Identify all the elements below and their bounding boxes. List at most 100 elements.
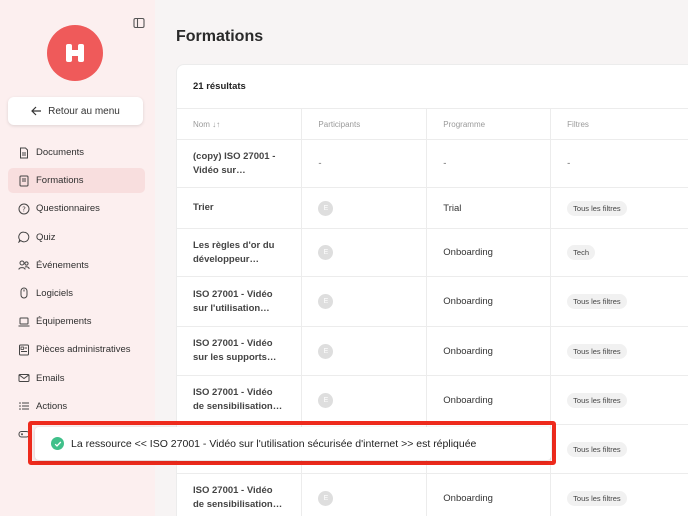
row-filtres-cell: Tous les filtres bbox=[550, 276, 688, 327]
row-name-line1: Trier bbox=[193, 202, 214, 213]
row-name-line2: sur les supports… bbox=[193, 352, 277, 363]
table-header-row: Nom ↓↑ Participants Programme Filtres bbox=[177, 108, 688, 140]
row-programme-cell: Onboarding bbox=[426, 276, 552, 327]
row-programme-cell: Onboarding bbox=[426, 473, 552, 516]
row-name-line2: de sensibilisation… bbox=[193, 499, 283, 510]
row-programme-cell: Onboarding bbox=[426, 228, 552, 277]
row-name-cell[interactable]: ISO 27001 - Vidéo sur les supports… bbox=[177, 326, 303, 376]
table-row[interactable]: Trier E Trial Tous les filtres bbox=[177, 187, 688, 229]
sidebar-item-actions[interactable]: Actions bbox=[8, 394, 145, 419]
document-icon bbox=[20, 147, 28, 158]
sidebar-item-quiz[interactable]: Quiz bbox=[8, 225, 145, 250]
row-programme-cell: - bbox=[426, 139, 552, 188]
filter-badge: Tous les filtres bbox=[567, 392, 627, 408]
laptop-icon bbox=[18, 317, 30, 327]
sidebar-item-equipements[interactable]: Équipements bbox=[8, 309, 145, 334]
row-participants-cell: - bbox=[301, 139, 428, 188]
row-filtres-cell: Tous les filtres bbox=[550, 326, 688, 376]
sidebar-item-logiciels[interactable]: Logiciels bbox=[8, 281, 145, 306]
row-name-line1: Les règles d'or du bbox=[193, 239, 275, 251]
table-row[interactable]: ISO 27001 - Vidéo de sensibilisation… E O… bbox=[177, 473, 688, 516]
row-programme-cell: Onboarding bbox=[426, 326, 552, 376]
check-circle-icon bbox=[51, 437, 64, 450]
book-icon bbox=[19, 175, 29, 187]
filter-badge: Tech bbox=[567, 245, 595, 260]
row-name-line2: Vidéo sur… bbox=[193, 164, 246, 176]
row-name-line1: ISO 27001 - Vidéo bbox=[193, 338, 273, 349]
table-row[interactable]: ISO 27001 - Vidéo sur les supports… E Onb… bbox=[177, 326, 688, 376]
participant-avatar: E bbox=[318, 490, 334, 506]
row-name-cell[interactable]: ISO 27001 - Vidéo de sensibilisation… bbox=[177, 473, 303, 516]
sidebar-item-emails[interactable]: Emails bbox=[8, 366, 145, 391]
column-header-participants[interactable]: Participants bbox=[301, 108, 428, 140]
app-logo[interactable] bbox=[47, 25, 103, 81]
sidebar-item-questionnaires[interactable]: ? Questionnaires bbox=[8, 196, 145, 221]
row-participants-cell: E bbox=[301, 228, 428, 277]
question-icon: ? bbox=[18, 203, 30, 215]
sidebar-item-label: Emails bbox=[36, 372, 65, 384]
sidebar-item-evenements[interactable]: Événements bbox=[8, 253, 145, 278]
table-row[interactable]: ISO 27001 - Vidéo sur l'utilisation… E On… bbox=[177, 276, 688, 327]
sidebar-item-label: Documents bbox=[36, 147, 85, 158]
row-name-cell[interactable]: Trier bbox=[177, 187, 303, 229]
participant-avatar: E bbox=[318, 392, 334, 408]
row-participants-cell: E bbox=[301, 375, 428, 425]
page-title: Formations bbox=[176, 28, 264, 45]
table-row[interactable]: Les règles d'or du développeur… E Onboard… bbox=[177, 228, 688, 277]
row-name-cell[interactable]: ISO 27001 - Vidéo de sensibilisation… bbox=[177, 375, 303, 425]
sidebar-item-label: Formations bbox=[36, 175, 84, 187]
participant-avatar: E bbox=[318, 200, 334, 216]
sidebar-item-label: Pièces administratives bbox=[36, 344, 131, 356]
row-programme-cell: Trial bbox=[426, 187, 552, 229]
row-name-cell[interactable]: Les règles d'or du développeur… bbox=[177, 228, 303, 277]
results-count: 21 résultats bbox=[193, 81, 246, 92]
row-name-line2: de sensibilisation… bbox=[193, 401, 283, 412]
sidebar-item-pieces-administratives[interactable]: Pièces administratives bbox=[8, 337, 145, 362]
table-row[interactable]: (copy) ISO 27001 - Vidéo sur… - - - bbox=[177, 139, 688, 188]
success-toast[interactable]: La ressource << ISO 27001 - Vidéo sur l'… bbox=[35, 427, 551, 460]
sidebar-item-label: Actions bbox=[36, 400, 68, 412]
table-row[interactable]: ISO 27001 - Vidéo de sensibilisation… E O… bbox=[177, 375, 688, 425]
row-filtres-cell: Tech bbox=[550, 228, 688, 277]
row-name-cell[interactable]: ISO 27001 - Vidéo sur l'utilisation… bbox=[177, 276, 303, 327]
filter-badge: Tous les filtres bbox=[567, 441, 627, 457]
toast-message: La ressource << ISO 27001 - Vidéo sur l'… bbox=[71, 437, 477, 450]
sidebar-item-label: Logiciels bbox=[36, 287, 73, 299]
row-name-line1: ISO 27001 - Vidéo bbox=[193, 485, 273, 496]
mouse-icon bbox=[20, 287, 28, 299]
row-participants-cell: E bbox=[301, 326, 428, 376]
arrow-left-icon bbox=[31, 106, 42, 116]
back-to-menu-button[interactable]: Retour au menu bbox=[8, 97, 143, 125]
sidebar-item-label: Quiz bbox=[36, 231, 56, 243]
sidebar-item-label: Équipements bbox=[36, 316, 92, 328]
participant-avatar: E bbox=[318, 294, 334, 309]
column-header-programme[interactable]: Programme bbox=[426, 108, 552, 140]
back-to-menu-label: Retour au menu bbox=[48, 105, 120, 117]
row-name-cell[interactable]: (copy) ISO 27001 - Vidéo sur… bbox=[177, 139, 303, 188]
row-name-line1: (copy) ISO 27001 - bbox=[193, 150, 276, 162]
id-card-icon bbox=[19, 344, 29, 356]
sidebar-item-documents[interactable]: Documents bbox=[8, 140, 145, 165]
sidebar-item-formations[interactable]: Formations bbox=[8, 168, 145, 194]
filter-badge: Tous les filtres bbox=[567, 343, 627, 359]
row-filtres-cell: Tous les filtres bbox=[550, 375, 688, 425]
participant-avatar: E bbox=[318, 245, 334, 260]
column-header-nom[interactable]: Nom ↓↑ bbox=[177, 108, 303, 140]
column-header-filtres[interactable]: Filtres bbox=[550, 108, 688, 140]
row-filtres-cell: Tous les filtres bbox=[550, 187, 688, 229]
row-programme-cell: Onboarding bbox=[426, 375, 552, 425]
logo-mark-icon bbox=[66, 44, 84, 62]
filter-badge: Tous les filtres bbox=[567, 200, 627, 216]
sidebar-collapse-icon[interactable] bbox=[133, 17, 145, 29]
participant-avatar: E bbox=[318, 343, 334, 359]
filter-badge: Tous les filtres bbox=[567, 294, 627, 309]
sidebar-nav: Documents Formations ? Questionnaires Qu… bbox=[8, 140, 145, 450]
row-filtres-cell: Tous les filtres bbox=[550, 473, 688, 516]
row-filtres-cell: Tous les filtres bbox=[550, 424, 688, 474]
row-name-line2: développeur… bbox=[193, 253, 259, 265]
people-icon bbox=[18, 260, 30, 270]
row-participants-cell: E bbox=[301, 473, 428, 516]
sidebar-item-label: Événements bbox=[36, 259, 89, 271]
row-name-line1: ISO 27001 - Vidéo bbox=[193, 387, 273, 398]
mail-icon bbox=[18, 374, 30, 382]
